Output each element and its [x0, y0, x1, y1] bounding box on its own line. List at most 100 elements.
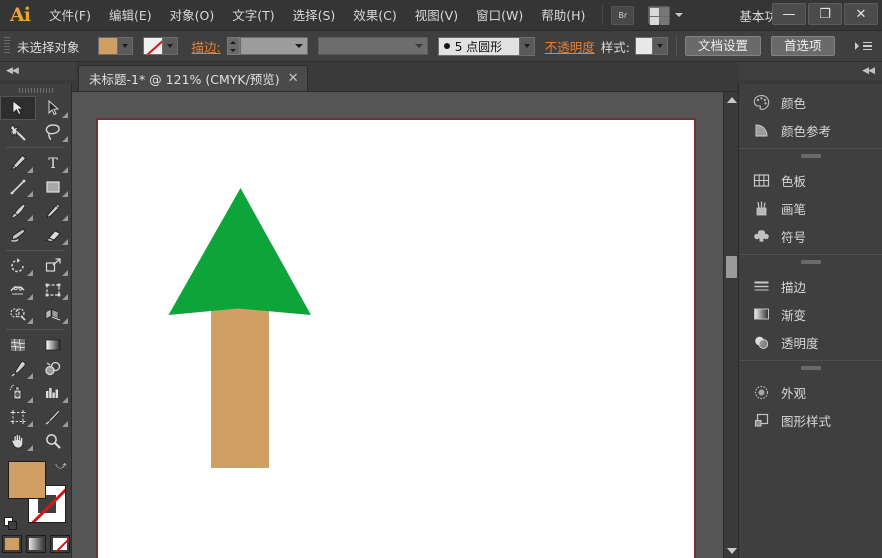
menu-type[interactable]: 文字(T): [223, 0, 283, 31]
menu-object[interactable]: 对象(O): [161, 0, 224, 31]
graphic-style-picker[interactable]: [635, 37, 668, 55]
toolbar-collapse-button[interactable]: ◀◀: [0, 62, 76, 80]
panel-brushes[interactable]: 画笔: [739, 194, 882, 222]
panel-symbols[interactable]: 符号: [739, 222, 882, 250]
line-segment-tool[interactable]: [0, 175, 36, 199]
tools-grid-2: T: [0, 151, 71, 247]
panel-swatches-label: 色板: [781, 171, 806, 190]
magic-wand-tool[interactable]: [0, 120, 36, 144]
tools-panel-grip[interactable]: [0, 84, 71, 96]
fill-color-well[interactable]: [8, 461, 46, 499]
brush-definition-combo[interactable]: 5 点圆形: [438, 37, 520, 56]
gradient-tool[interactable]: [36, 333, 72, 357]
eyedropper-tool[interactable]: [0, 357, 36, 381]
menu-select[interactable]: 选择(S): [284, 0, 345, 31]
perspective-grid-tool[interactable]: [36, 302, 72, 326]
canvas-area[interactable]: [72, 92, 738, 558]
stroke-weight-spinner-icon[interactable]: [227, 37, 240, 55]
scroll-up-arrow-icon[interactable]: [724, 92, 738, 107]
blob-brush-tool[interactable]: [0, 223, 36, 247]
vertical-scrollbar[interactable]: [723, 92, 738, 558]
direct-selection-tool[interactable]: [36, 96, 72, 120]
preferences-button[interactable]: 首选项: [771, 36, 835, 56]
mesh-tool[interactable]: [0, 333, 36, 357]
swap-fill-stroke-icon[interactable]: ⤻: [55, 459, 67, 473]
panel-collapse-button[interactable]: ◀◀: [738, 62, 882, 80]
hand-tool[interactable]: [0, 429, 36, 453]
control-bar-menu-icon[interactable]: [853, 42, 872, 51]
menu-help[interactable]: 帮助(H): [532, 0, 594, 31]
graphic-style-swatch[interactable]: [635, 37, 653, 55]
shape-builder-tool[interactable]: [0, 302, 36, 326]
maximize-button[interactable]: ❐: [808, 3, 842, 25]
panel-color[interactable]: 颜色: [739, 88, 882, 116]
slice-tool[interactable]: [36, 405, 72, 429]
panels-dock: 颜色 颜色参考 色板 画笔: [738, 84, 882, 558]
stroke-dropdown-button[interactable]: [163, 37, 178, 55]
eraser-tool[interactable]: [36, 223, 72, 247]
selection-tool[interactable]: [0, 96, 36, 120]
graphic-style-dropdown-button[interactable]: [653, 37, 668, 55]
stroke-weight-combo[interactable]: [240, 37, 308, 55]
artboard-tool[interactable]: [0, 405, 36, 429]
stroke-weight-stepper[interactable]: [227, 37, 308, 55]
panel-symbols-label: 符号: [781, 227, 806, 246]
panel-group-grip[interactable]: [739, 255, 882, 268]
fill-swatch[interactable]: [98, 37, 118, 55]
arrange-documents-button[interactable]: [648, 6, 683, 24]
menu-window[interactable]: 窗口(W): [467, 0, 532, 31]
brush-definition-picker[interactable]: 5 点圆形: [438, 37, 535, 56]
symbol-sprayer-tool[interactable]: [0, 381, 36, 405]
rectangle-tool[interactable]: [36, 175, 72, 199]
panel-appearance[interactable]: 外观: [739, 378, 882, 406]
pen-tool[interactable]: [0, 151, 36, 175]
control-bar-grip[interactable]: [4, 37, 10, 55]
menu-effect[interactable]: 效果(C): [344, 0, 405, 31]
width-tool[interactable]: [0, 278, 36, 302]
stroke-profile-combo[interactable]: [318, 37, 428, 55]
document-tab[interactable]: 未标题-1* @ 121% (CMYK/预览) ✕: [78, 65, 308, 91]
panel-color-guide[interactable]: 颜色参考: [739, 116, 882, 144]
menu-view[interactable]: 视图(V): [406, 0, 467, 31]
menu-edit[interactable]: 编辑(E): [100, 0, 161, 31]
free-transform-tool[interactable]: [36, 278, 72, 302]
fill-color-picker[interactable]: [98, 37, 133, 55]
tool-divider: [6, 147, 65, 148]
panel-group-grip[interactable]: [739, 149, 882, 162]
panel-stroke[interactable]: 描边: [739, 272, 882, 300]
color-palette-icon: [751, 92, 771, 112]
panel-swatches[interactable]: 色板: [739, 166, 882, 194]
document-setup-button[interactable]: 文档设置: [685, 36, 761, 56]
close-icon[interactable]: ✕: [288, 72, 299, 85]
panel-group-color: 颜色 颜色参考: [739, 84, 882, 148]
scrollbar-thumb[interactable]: [726, 256, 737, 278]
panel-gradient[interactable]: 渐变: [739, 300, 882, 328]
paintbrush-tool[interactable]: [0, 199, 36, 223]
minimize-button[interactable]: —: [772, 3, 806, 25]
panel-transparency[interactable]: 透明度: [739, 328, 882, 356]
artboard[interactable]: [96, 118, 696, 558]
menu-file[interactable]: 文件(F): [40, 0, 100, 31]
stroke-color-picker[interactable]: [143, 37, 178, 55]
column-graph-tool[interactable]: [36, 381, 72, 405]
menu-bar: Ai 文件(F) 编辑(E) 对象(O) 文字(T) 选择(S) 效果(C) 视…: [0, 0, 882, 31]
scale-tool[interactable]: [36, 254, 72, 278]
panel-group-grip[interactable]: [739, 361, 882, 374]
fill-dropdown-button[interactable]: [118, 37, 133, 55]
bridge-icon[interactable]: Br: [611, 6, 634, 25]
close-button[interactable]: ✕: [844, 3, 878, 25]
scroll-down-arrow-icon[interactable]: [724, 543, 738, 558]
default-fill-stroke-icon[interactable]: [4, 517, 18, 531]
stroke-swatch-none[interactable]: [143, 37, 163, 55]
pencil-tool[interactable]: [36, 199, 72, 223]
color-mode-none[interactable]: [50, 535, 70, 553]
lasso-tool[interactable]: [36, 120, 72, 144]
panel-graphic-styles[interactable]: 图形样式: [739, 406, 882, 434]
brush-dropdown-button[interactable]: [520, 37, 535, 56]
opacity-label[interactable]: 不透明度: [545, 37, 595, 56]
stroke-weight-label[interactable]: 描边:: [192, 37, 221, 56]
type-tool[interactable]: T: [36, 151, 72, 175]
rotate-tool[interactable]: [0, 254, 36, 278]
zoom-tool[interactable]: [36, 429, 72, 453]
blend-tool[interactable]: [36, 357, 72, 381]
